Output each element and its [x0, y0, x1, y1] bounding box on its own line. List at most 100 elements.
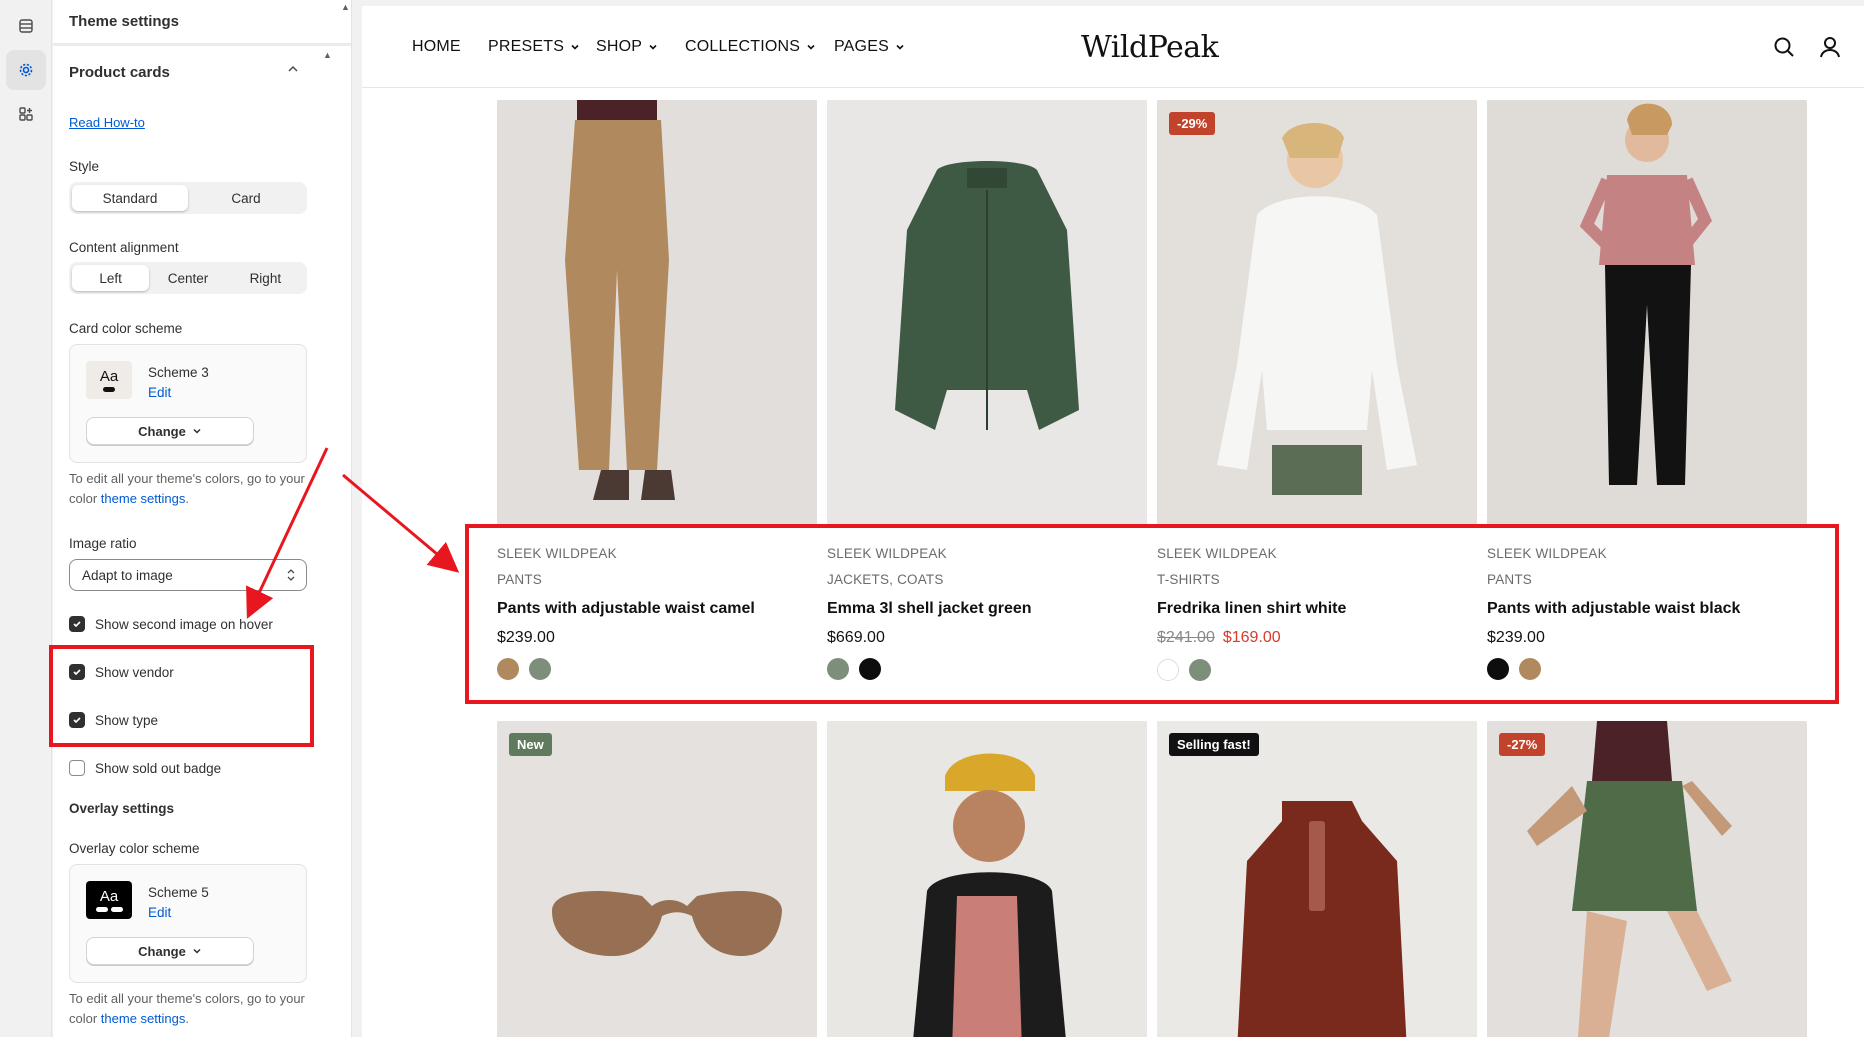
product-vendor: SLEEK WILDPEAK — [1487, 546, 1607, 561]
compare-price: $241.00 — [1157, 629, 1215, 646]
product-info: SLEEK WILDPEAK JACKETS, COATS Emma 3l sh… — [827, 546, 1147, 680]
product-title[interactable]: Pants with adjustable waist black — [1487, 600, 1740, 618]
chevron-down-icon — [571, 44, 579, 50]
product-price: $241.00 $169.00 — [1157, 629, 1281, 647]
style-standard-option[interactable]: Standard — [72, 185, 188, 211]
color-help-text: To edit all your theme's colors, go to y… — [69, 469, 319, 509]
section-scroll-up-icon[interactable]: ▲ — [323, 50, 332, 60]
card-scheme-name: Scheme 3 — [148, 365, 209, 380]
nav-label: SHOP — [596, 38, 643, 55]
swatch-green[interactable] — [827, 658, 849, 680]
overlay-scheme-change-button[interactable]: Change — [86, 937, 254, 965]
product-type: JACKETS, COATS — [827, 572, 944, 587]
nav-label: COLLECTIONS — [685, 38, 801, 55]
product-vendor: SLEEK WILDPEAK — [1157, 546, 1277, 561]
alignment-toggle: Left Center Right — [69, 262, 307, 294]
product-info: SLEEK WILDPEAK PANTS Pants with adjustab… — [497, 546, 817, 680]
product-type: T-SHIRTS — [1157, 572, 1220, 587]
account-icon[interactable] — [1818, 35, 1842, 64]
overlay-help-text: To edit all your theme's colors, go to y… — [69, 989, 319, 1029]
overlay-scheme-label: Overlay color scheme — [69, 841, 200, 856]
product-image[interactable]: Selling fast! — [1157, 721, 1477, 1037]
checkbox-label: Show second image on hover — [95, 616, 273, 632]
discount-badge: -29% — [1169, 112, 1216, 135]
align-center-option[interactable]: Center — [149, 265, 226, 291]
read-how-to-link[interactable]: Read How-to — [69, 115, 145, 130]
sold-out-badge-checkbox[interactable]: Show sold out badge — [69, 760, 221, 776]
product-price: $239.00 — [497, 629, 555, 647]
product-image[interactable] — [827, 100, 1147, 525]
store-logo[interactable]: WildPeak — [1081, 30, 1219, 65]
product-title[interactable]: Emma 3l shell jacket green — [827, 600, 1032, 618]
image-ratio-select[interactable]: Adapt to image — [69, 559, 307, 591]
section-title[interactable]: Product cards — [69, 64, 170, 81]
show-vendor-checkbox[interactable]: Show vendor — [69, 664, 174, 680]
product-image[interactable] — [1487, 100, 1807, 525]
swatch-green[interactable] — [1189, 659, 1211, 681]
chevron-down-icon — [193, 428, 201, 434]
product-title[interactable]: Pants with adjustable waist camel — [497, 600, 755, 618]
show-type-checkbox[interactable]: Show type — [69, 712, 158, 728]
product-image[interactable] — [827, 721, 1147, 1037]
product-price: $239.00 — [1487, 629, 1545, 647]
chevron-down-icon — [649, 44, 657, 50]
checkbox-unchecked-icon — [69, 760, 85, 776]
nav-presets[interactable]: PRESETS — [488, 38, 580, 56]
product-info: SLEEK WILDPEAK PANTS Pants with adjustab… — [1487, 546, 1807, 680]
change-label: Change — [138, 943, 186, 959]
chevron-down-icon — [193, 948, 201, 954]
checkbox-label: Show type — [95, 712, 159, 728]
price-value: $239.00 — [1487, 629, 1545, 646]
storefront-preview: HOME PRESETS SHOP COLLECTIONS PAGES Wild… — [362, 6, 1864, 1037]
swatch-white[interactable] — [1157, 659, 1179, 681]
settings-panel: Theme settings ▲ ▲ Product cards Read Ho… — [53, 0, 352, 1037]
card-scheme-picker[interactable]: Aa Scheme 3 Edit Change — [69, 344, 307, 463]
theme-settings-link[interactable]: theme settings — [101, 491, 186, 506]
search-icon[interactable] — [1772, 35, 1796, 64]
product-image[interactable]: -29% — [1157, 100, 1477, 525]
collapse-chevron-icon[interactable] — [287, 62, 299, 80]
product-image[interactable]: -27% — [1487, 721, 1807, 1037]
card-scheme-edit-link[interactable]: Edit — [148, 385, 171, 400]
swatch-black[interactable] — [859, 658, 881, 680]
product-image[interactable] — [497, 100, 817, 525]
product-image[interactable]: New — [497, 721, 817, 1037]
chevron-down-icon — [807, 44, 815, 50]
apps-icon[interactable] — [6, 94, 46, 134]
card-scheme-change-button[interactable]: Change — [86, 417, 254, 445]
image-ratio-value: Adapt to image — [82, 567, 173, 583]
align-left-option[interactable]: Left — [72, 265, 150, 291]
settings-gear-icon[interactable] — [6, 50, 46, 90]
overlay-scheme-picker[interactable]: Aa Scheme 5 Edit Change — [69, 864, 307, 983]
overlay-scheme-name: Scheme 5 — [148, 885, 209, 900]
nav-shop[interactable]: SHOP — [596, 38, 658, 56]
product-vendor: SLEEK WILDPEAK — [827, 546, 947, 561]
nav-label: HOME — [412, 38, 461, 55]
overlay-settings-heading: Overlay settings — [69, 801, 175, 816]
nav-collections[interactable]: COLLECTIONS — [685, 38, 816, 56]
second-image-checkbox[interactable]: Show second image on hover — [69, 616, 273, 632]
swatch-black[interactable] — [1487, 658, 1509, 680]
nav-label: PAGES — [834, 38, 889, 55]
sale-price: $169.00 — [1222, 629, 1281, 646]
nav-pages[interactable]: PAGES — [834, 38, 905, 56]
swatch-green[interactable] — [529, 658, 551, 680]
swatch-camel[interactable] — [1519, 658, 1541, 680]
price-value: $669.00 — [827, 629, 885, 646]
nav-home[interactable]: HOME — [412, 38, 461, 56]
overlay-scheme-edit-link[interactable]: Edit — [148, 905, 171, 920]
new-badge: New — [509, 733, 552, 756]
scheme-swatch-icon: Aa — [86, 881, 132, 919]
swatch-camel[interactable] — [497, 658, 519, 680]
product-type: PANTS — [497, 572, 543, 587]
editor-rail — [0, 0, 52, 1037]
sections-icon[interactable] — [6, 6, 46, 46]
align-right-option[interactable]: Right — [227, 265, 304, 291]
scroll-up-icon[interactable]: ▲ — [341, 2, 350, 12]
card-scheme-label: Card color scheme — [69, 321, 183, 336]
product-vendor: SLEEK WILDPEAK — [497, 546, 617, 561]
color-swatches — [497, 658, 551, 680]
style-card-option[interactable]: Card — [188, 185, 304, 211]
theme-settings-link[interactable]: theme settings — [101, 1011, 186, 1026]
product-title[interactable]: Fredrika linen shirt white — [1157, 600, 1346, 618]
